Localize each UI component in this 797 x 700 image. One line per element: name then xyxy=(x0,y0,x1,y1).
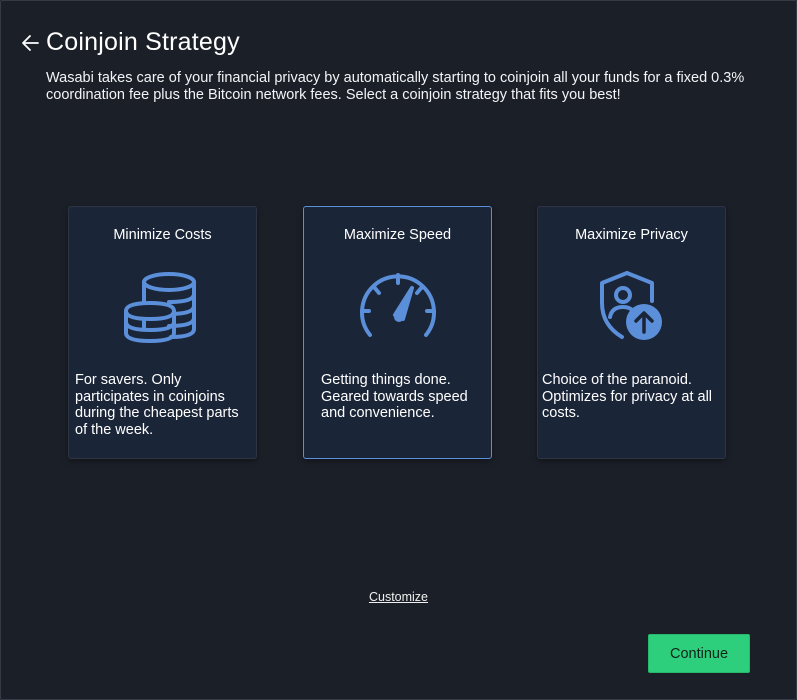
strategy-card-maximize-privacy[interactable]: Maximize Privacy Choice of the paranoid.… xyxy=(537,206,726,459)
continue-button[interactable]: Continue xyxy=(648,634,750,673)
arrow-left-icon xyxy=(22,35,39,51)
strategy-title: Maximize Privacy xyxy=(575,227,688,243)
strategy-title: Minimize Costs xyxy=(113,227,212,243)
strategy-description: Choice of the paranoid. Optimizes for pr… xyxy=(542,372,713,421)
strategy-description: Getting things done. Geared towards spee… xyxy=(321,372,468,421)
strategy-description: For savers. Only participates in coinjoi… xyxy=(75,372,239,438)
strategy-card-minimize-costs[interactable]: Minimize Costs For savers. Only particip… xyxy=(68,206,257,459)
page-description: Wasabi takes care of your financial priv… xyxy=(46,70,745,103)
speedometer-icon xyxy=(358,271,438,350)
customize-area: Customize xyxy=(0,588,797,606)
customize-link[interactable]: Customize xyxy=(369,590,428,604)
back-button[interactable] xyxy=(20,32,42,54)
strategy-title: Maximize Speed xyxy=(343,227,452,243)
strategy-card-maximize-speed[interactable]: Maximize Speed Getting things done. Gear… xyxy=(303,206,492,459)
page-title: Coinjoin Strategy xyxy=(46,28,240,56)
coin-stack-icon xyxy=(123,271,203,350)
shield-user-icon xyxy=(592,271,672,350)
